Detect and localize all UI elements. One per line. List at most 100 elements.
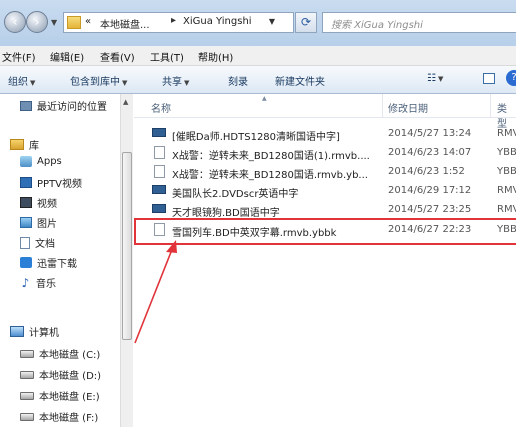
help-button[interactable]: ? xyxy=(506,70,516,86)
column-divider[interactable] xyxy=(490,94,491,118)
navigation-pane: 最近访问的位置 库 Apps PPTV视频 视频 图片 文档 迅雷下载 ♪ 音乐 … xyxy=(0,94,120,427)
address-toolbar: ‹ › ▼ « 本地磁盘... ▸ XiGua Yingshi ▼ ⟳ 搜索 X… xyxy=(0,0,516,46)
include-in-library-label: 包含到库中 xyxy=(70,77,120,88)
chevron-down-icon: ▼ xyxy=(122,79,128,87)
file-row[interactable]: X战警：逆转未来_BD1280国语(1).rmvb.... 2014/6/23 … xyxy=(134,145,516,162)
file-name: 美国队长2.DVDscr英语中字 xyxy=(172,189,299,200)
nav-item-label: 迅雷下载 xyxy=(37,259,77,270)
scroll-up-arrow-icon[interactable]: ▲ xyxy=(123,98,128,106)
recent-places-icon xyxy=(20,100,32,111)
column-name[interactable]: 名称 xyxy=(151,100,171,115)
nav-item-drive-d[interactable]: 本地磁盘 (D:) xyxy=(20,367,101,385)
file-row[interactable]: X战警：逆转未来_BD1280国语.rmvb.yb... 2014/6/23 1… xyxy=(134,164,516,181)
navigation-scrollbar[interactable]: ▲ xyxy=(120,94,133,427)
rmvb-file-icon xyxy=(152,128,166,137)
address-dropdown-icon[interactable]: ▼ xyxy=(269,17,275,26)
nav-item-recent[interactable]: 最近访问的位置 xyxy=(20,98,107,116)
nav-item-apps[interactable]: Apps xyxy=(20,156,62,174)
hard-drive-icon xyxy=(20,391,34,400)
back-button[interactable]: ‹ xyxy=(4,11,26,33)
library-icon xyxy=(10,139,24,150)
folder-icon xyxy=(67,16,81,29)
menu-bar: 文件(F) 编辑(E) 查看(V) 工具(T) 帮助(H) xyxy=(0,46,516,66)
nav-item-drive-c[interactable]: 本地磁盘 (C:) xyxy=(20,346,100,364)
file-date: 2014/6/23 14:07 xyxy=(388,147,472,158)
new-folder-button[interactable]: 新建文件夹 xyxy=(275,73,325,88)
documents-icon xyxy=(20,236,30,249)
file-list: ▲ 名称 修改日期 类型 [催眠Da师.HDTS1280清晰国语中字] 2014… xyxy=(134,94,516,427)
file-date: 2014/6/29 17:12 xyxy=(388,185,472,196)
nav-item-label: 图片 xyxy=(37,219,57,230)
refresh-button[interactable]: ⟳ xyxy=(295,12,317,33)
file-date: 2014/5/27 23:25 xyxy=(388,204,472,215)
column-header-row: ▲ 名称 修改日期 类型 xyxy=(134,94,516,130)
include-in-library-button[interactable]: 包含到库中 ▼ xyxy=(70,73,127,88)
file-date: 2014/6/23 1:52 xyxy=(388,166,465,177)
breadcrumb-local-disk[interactable]: 本地磁盘... xyxy=(100,16,150,31)
file-row[interactable]: 美国队长2.DVDscr英语中字 2014/6/29 17:12 RMV xyxy=(134,183,516,200)
apps-icon xyxy=(20,156,32,167)
computer-icon xyxy=(10,326,24,337)
nav-item-video[interactable]: 视频 xyxy=(20,195,57,213)
file-name: [催眠Da师.HDTS1280清晰国语中字] xyxy=(172,132,340,143)
file-name: X战警：逆转未来_BD1280国语.rmvb.yb... xyxy=(172,170,368,181)
change-view-button[interactable]: ☷ ▼ xyxy=(427,73,443,84)
nav-item-documents[interactable]: 文档 xyxy=(20,235,55,253)
scrollbar-thumb[interactable] xyxy=(122,152,132,340)
highlight-box xyxy=(134,218,516,245)
recent-pages-dropdown[interactable]: ▼ xyxy=(51,18,57,27)
address-overflow-chevron[interactable]: « xyxy=(85,16,91,27)
organize-label: 组织 xyxy=(8,77,28,88)
file-name: 天才眼镜狗.BD国语中字 xyxy=(172,208,280,219)
nav-item-computer[interactable]: 计算机 xyxy=(10,324,59,342)
preview-pane-button[interactable] xyxy=(483,73,495,84)
menu-file[interactable]: 文件(F) xyxy=(2,49,36,64)
blank-file-icon xyxy=(154,165,165,178)
nav-item-drive-e[interactable]: 本地磁盘 (E:) xyxy=(20,388,100,406)
menu-help[interactable]: 帮助(H) xyxy=(198,49,233,64)
breadcrumb-current-folder[interactable]: XiGua Yingshi xyxy=(183,16,252,27)
help-icon: ? xyxy=(511,72,516,83)
file-type: RMV xyxy=(497,204,516,215)
nav-item-label: 视频 xyxy=(37,199,57,210)
thunder-download-icon xyxy=(20,257,32,268)
column-date-modified[interactable]: 修改日期 xyxy=(388,100,428,115)
menu-view[interactable]: 查看(V) xyxy=(100,49,135,64)
nav-item-thunder[interactable]: 迅雷下载 xyxy=(20,255,77,273)
rmvb-file-icon xyxy=(152,204,166,213)
column-divider[interactable] xyxy=(382,94,383,118)
nav-item-libraries[interactable]: 库 xyxy=(10,137,39,155)
nav-item-music[interactable]: ♪ 音乐 xyxy=(20,275,56,293)
menu-edit[interactable]: 编辑(E) xyxy=(50,49,84,64)
hard-drive-icon xyxy=(20,412,34,421)
hard-drive-icon xyxy=(20,349,34,358)
file-type: RMV xyxy=(497,185,516,196)
chevron-down-icon: ▼ xyxy=(30,79,36,87)
share-label: 共享 xyxy=(162,77,182,88)
file-row[interactable]: 天才眼镜狗.BD国语中字 2014/5/27 23:25 RMV xyxy=(134,202,516,219)
file-row[interactable]: [催眠Da师.HDTS1280清晰国语中字] 2014/5/27 13:24 R… xyxy=(134,126,516,143)
address-bar[interactable]: « 本地磁盘... ▸ XiGua Yingshi ▼ xyxy=(63,12,294,33)
share-button[interactable]: 共享 ▼ xyxy=(162,73,189,88)
hard-drive-icon xyxy=(20,370,34,379)
chevron-down-icon: ▼ xyxy=(437,75,444,83)
menu-tools[interactable]: 工具(T) xyxy=(150,49,184,64)
nav-item-drive-f[interactable]: 本地磁盘 (F:) xyxy=(20,409,98,427)
video-library-icon xyxy=(20,197,32,208)
nav-item-label: 计算机 xyxy=(29,328,59,339)
rmvb-file-icon xyxy=(152,185,166,194)
burn-button[interactable]: 刻录 xyxy=(228,73,248,88)
music-note-icon: ♪ xyxy=(21,275,30,290)
organize-button[interactable]: 组织 ▼ xyxy=(8,73,35,88)
nav-item-pictures[interactable]: 图片 xyxy=(20,215,57,233)
breadcrumb-separator[interactable]: ▸ xyxy=(171,15,176,26)
search-placeholder: 搜索 XiGua Yingshi xyxy=(331,20,423,31)
nav-item-pptv[interactable]: PPTV视频 xyxy=(20,175,82,193)
file-type: RMV xyxy=(497,128,516,139)
search-input[interactable]: 搜索 XiGua Yingshi xyxy=(322,12,516,33)
file-type: YBB xyxy=(497,147,516,158)
nav-item-label: 库 xyxy=(29,141,39,152)
command-toolbar: 组织▼ 包含到库中▼ 共享▼ 刻录 新建文件夹 ☷▼ ? xyxy=(0,66,516,94)
nav-item-label: Apps xyxy=(37,156,62,167)
forward-button[interactable]: › xyxy=(26,11,48,33)
